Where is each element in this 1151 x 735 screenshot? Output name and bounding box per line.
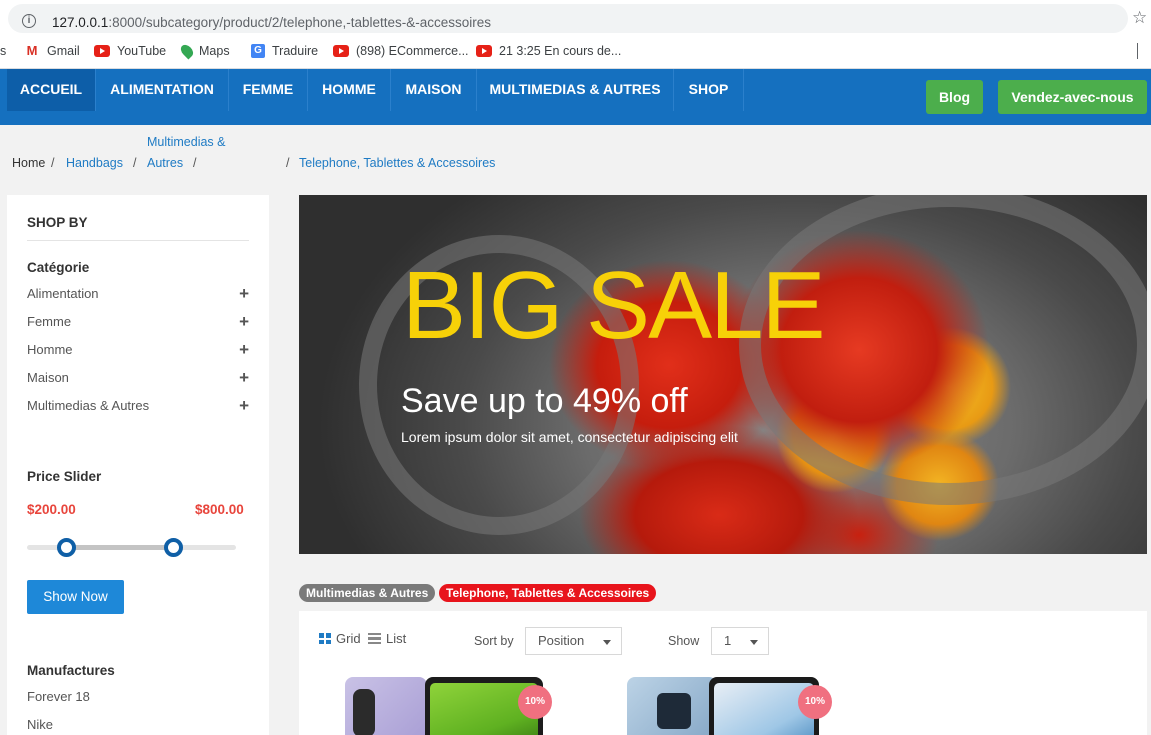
- plus-icon[interactable]: +: [239, 340, 249, 360]
- sidebar-title: SHOP BY: [27, 215, 88, 230]
- nav-alimentation[interactable]: ALIMENTATION: [96, 69, 229, 111]
- category-item[interactable]: Maison +: [27, 368, 249, 390]
- maps-pin-icon: [178, 42, 196, 60]
- manufacturer-item[interactable]: Nike: [27, 717, 53, 732]
- url-field[interactable]: i 127.0.0.1:8000/subcategory/product/2/t…: [8, 4, 1128, 33]
- nav-accueil[interactable]: ACCUEIL: [7, 69, 96, 111]
- youtube-icon: [94, 45, 110, 57]
- info-icon[interactable]: i: [22, 14, 36, 28]
- translate-icon: G: [251, 44, 265, 58]
- category-label: Maison: [27, 370, 69, 385]
- banner-text: Lorem ipsum dolor sit amet, consectetur …: [401, 429, 738, 445]
- grid-icon: [319, 633, 331, 644]
- breadcrumb-home[interactable]: Home: [12, 156, 45, 170]
- show-now-button[interactable]: Show Now: [27, 580, 124, 614]
- sort-by-label: Sort by: [474, 634, 514, 648]
- plus-icon[interactable]: +: [239, 368, 249, 388]
- category-heading: Catégorie: [27, 260, 90, 275]
- bookmark-cours[interactable]: 21 3:25 En cours de...: [476, 44, 621, 58]
- show-count-select[interactable]: 1: [711, 627, 769, 655]
- sidebar-filters: SHOP BY Catégorie Alimentation + Femme + H…: [7, 195, 269, 735]
- price-min: $200.00: [27, 502, 76, 517]
- bookmark-star-icon[interactable]: ☆: [1132, 8, 1147, 28]
- show-label: Show: [668, 634, 700, 648]
- tag-parent-category[interactable]: Multimedias & Autres: [299, 584, 436, 602]
- category-item[interactable]: Femme +: [27, 312, 249, 334]
- breadcrumb-multimedias[interactable]: Multimedias &: [147, 135, 226, 149]
- category-item[interactable]: Multimedias & Autres +: [27, 396, 249, 418]
- banner-subtitle: Save up to 49% off: [401, 382, 688, 420]
- bookmarks-bar: s M Gmail YouTube Maps G Traduire (898) …: [0, 36, 1151, 69]
- hero-banner[interactable]: BIG SALE Save up to 49% off Lorem ipsum …: [299, 195, 1147, 554]
- nav-shop[interactable]: SHOP: [674, 69, 744, 111]
- breadcrumb-separator: /: [193, 156, 197, 170]
- nav-homme[interactable]: HOMME: [308, 69, 391, 111]
- plus-icon[interactable]: +: [239, 396, 249, 416]
- chevron-down-icon: [750, 640, 758, 645]
- product-card[interactable]: 10%: [345, 675, 552, 735]
- discount-badge: 10%: [798, 685, 832, 719]
- bookmark-ecommerce[interactable]: (898) ECommerce...: [333, 44, 469, 58]
- list-label: List: [386, 631, 407, 646]
- grid-view-toggle[interactable]: Grid: [319, 631, 361, 646]
- browser-address-bar: i 127.0.0.1:8000/subcategory/product/2/t…: [0, 0, 1151, 36]
- bookmark-maps[interactable]: Maps: [178, 42, 230, 60]
- banner-title: BIG SALE: [402, 252, 826, 359]
- category-label: Alimentation: [27, 286, 99, 301]
- bookmarks-divider: [1137, 43, 1138, 59]
- category-label: Femme: [27, 314, 72, 329]
- bookmark-youtube[interactable]: YouTube: [94, 44, 166, 58]
- product-card[interactable]: 10%: [627, 675, 837, 735]
- plus-icon[interactable]: +: [239, 312, 249, 332]
- youtube-icon: [333, 45, 349, 57]
- tag-current-category[interactable]: Telephone, Tablettes & Accessoires: [439, 584, 657, 602]
- product-image: [345, 677, 427, 735]
- nav-multimedias[interactable]: MULTIMEDIAS & AUTRES: [477, 69, 674, 111]
- category-label: Homme: [27, 342, 73, 357]
- products-panel: Grid List Sort by Position Show 1 10% 10…: [299, 611, 1147, 735]
- price-slider-range: [66, 545, 174, 550]
- product-image: [627, 677, 717, 735]
- manufacturers-heading: Manufactures: [27, 663, 115, 678]
- bookmark-cut-off[interactable]: s: [0, 44, 6, 58]
- show-count-value: 1: [724, 633, 732, 648]
- grid-label: Grid: [336, 631, 361, 646]
- list-icon: [368, 633, 381, 644]
- discount-badge: 10%: [518, 685, 552, 719]
- plus-icon[interactable]: +: [239, 284, 249, 304]
- category-label: Multimedias & Autres: [27, 398, 150, 413]
- sort-value: Position: [538, 633, 585, 648]
- breadcrumb-separator: /: [51, 156, 55, 170]
- price-slider-heading: Price Slider: [27, 469, 102, 484]
- breadcrumb-current[interactable]: Telephone, Tablettes & Accessoires: [299, 156, 495, 170]
- nav-femme[interactable]: FEMME: [229, 69, 308, 111]
- list-view-toggle[interactable]: List: [368, 631, 406, 646]
- bookmark-traduire[interactable]: G Traduire: [251, 44, 318, 58]
- price-max: $800.00: [195, 502, 244, 517]
- chevron-down-icon: [603, 640, 611, 645]
- bookmark-gmail[interactable]: M Gmail: [24, 44, 80, 58]
- url-text[interactable]: 127.0.0.1:8000/subcategory/product/2/tel…: [52, 15, 491, 30]
- breadcrumb-separator: /: [133, 156, 137, 170]
- price-slider-max-handle[interactable]: [163, 538, 183, 557]
- sell-with-us-button[interactable]: Vendez-avec-nous: [998, 80, 1147, 114]
- breadcrumb-multimedias-line2[interactable]: Autres: [147, 156, 183, 170]
- blog-button[interactable]: Blog: [926, 80, 983, 114]
- category-item[interactable]: Homme +: [27, 340, 249, 362]
- manufacturer-item[interactable]: Forever 18: [27, 689, 90, 704]
- category-item[interactable]: Alimentation +: [27, 284, 249, 306]
- sort-select[interactable]: Position: [525, 627, 622, 655]
- youtube-icon: [476, 45, 492, 57]
- main-nav: ACCUEIL ALIMENTATION FEMME HOMME MAISON …: [0, 69, 1151, 125]
- breadcrumb-handbags[interactable]: Handbags: [66, 156, 123, 170]
- nav-maison[interactable]: MAISON: [391, 69, 477, 111]
- price-slider-min-handle[interactable]: [57, 538, 77, 557]
- gmail-icon: M: [26, 43, 38, 58]
- divider: [27, 240, 249, 241]
- breadcrumb-separator: /: [286, 156, 290, 170]
